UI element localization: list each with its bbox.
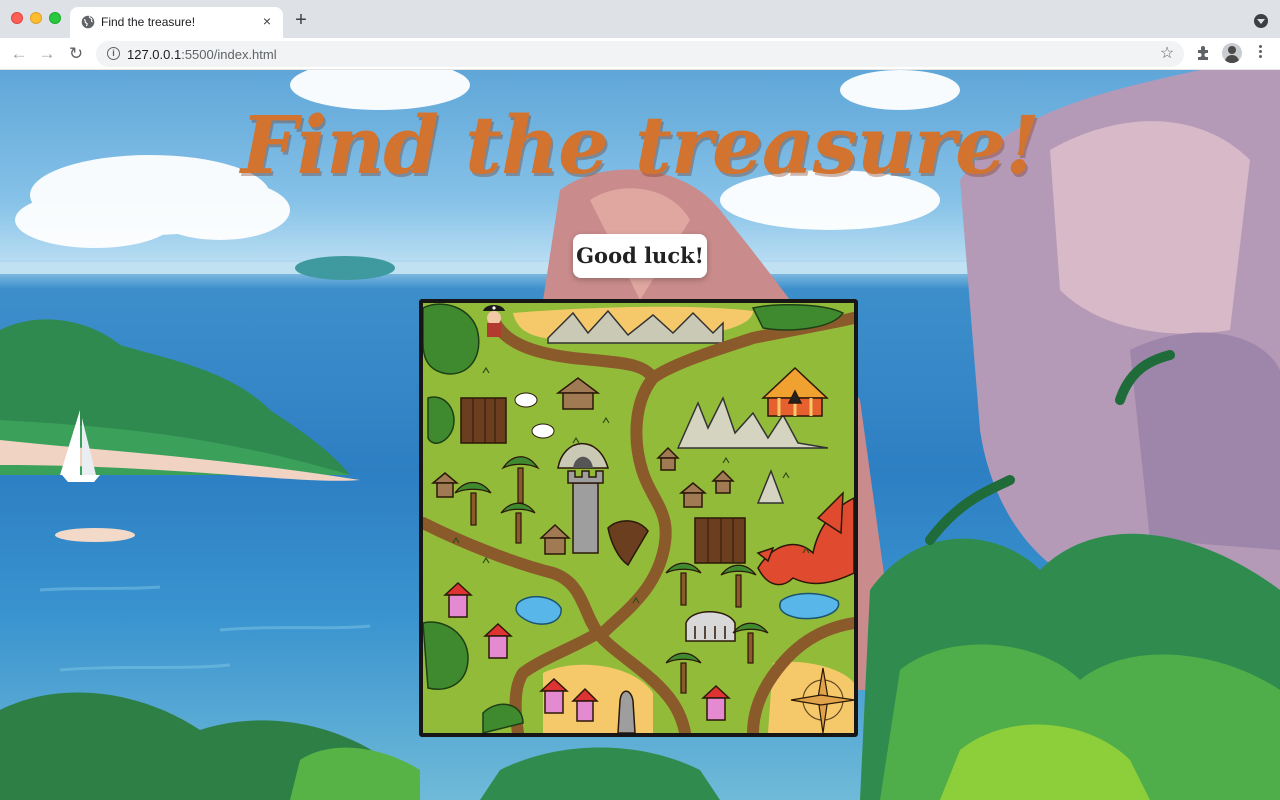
back-icon[interactable]: ← [9, 44, 29, 64]
map-illustration [423, 303, 854, 733]
page-viewport: Find the treasure! Good luck! [0, 70, 1280, 800]
globe-icon [81, 15, 95, 29]
plus-icon[interactable]: + [292, 10, 310, 30]
address-bar[interactable]: i 127.0.0.1:5500/index.html ☆ [96, 41, 1184, 67]
status-badge: Good luck! [573, 234, 707, 278]
profile-icon[interactable] [1222, 43, 1242, 63]
menu-icon[interactable] [1255, 45, 1265, 61]
browser-titlebar: Find the treasure! × + [0, 0, 1280, 38]
info-icon[interactable]: i [107, 47, 120, 60]
tab-search-icon[interactable] [1254, 14, 1268, 28]
url-path: :5500/index.html [181, 47, 277, 62]
close-window-button[interactable] [11, 12, 23, 24]
close-icon[interactable]: × [259, 13, 275, 29]
reload-icon[interactable]: ↻ [66, 44, 86, 64]
browser-tab[interactable]: Find the treasure! × [70, 7, 283, 38]
url-text: 127.0.0.1:5500/index.html [127, 47, 277, 62]
minimize-window-button[interactable] [30, 12, 42, 24]
tab-title: Find the treasure! [101, 15, 196, 29]
dragon-icon [756, 491, 854, 586]
forward-icon[interactable]: → [37, 44, 57, 64]
treasure-map[interactable] [419, 299, 858, 737]
page-title: Find the treasure! [240, 98, 1040, 192]
star-icon[interactable]: ☆ [1158, 45, 1176, 63]
browser-toolbar: ← → ↻ i 127.0.0.1:5500/index.html ☆ [0, 38, 1280, 70]
maximize-window-button[interactable] [49, 12, 61, 24]
url-host: 127.0.0.1 [127, 47, 182, 62]
extensions-icon[interactable] [1195, 44, 1213, 62]
